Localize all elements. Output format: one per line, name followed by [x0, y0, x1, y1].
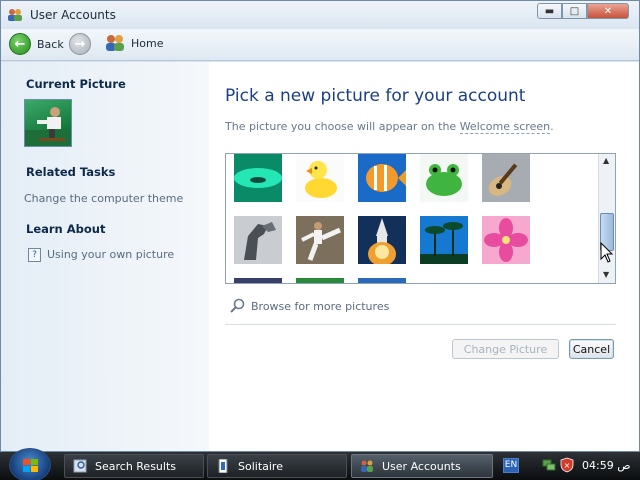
clock[interactable]: 04:59 ص — [582, 459, 631, 472]
tropical-fish-image — [358, 154, 406, 202]
caption-buttons: ▬ □ ✕ — [537, 3, 629, 19]
main-panel: Pick a new picture for your account The … — [209, 62, 639, 451]
title-bar[interactable]: User Accounts ▬ □ ✕ — [1, 1, 639, 29]
taskbar-label-solitaire: Solitaire — [238, 459, 283, 473]
user-accounts-icon — [8, 9, 22, 21]
forward-button[interactable]: → — [69, 33, 91, 55]
browse-label: Browse for more pictures — [251, 299, 390, 313]
back-button[interactable]: ← Back — [9, 33, 64, 55]
palm-trees-image — [420, 216, 468, 264]
welcome-screen-link[interactable]: Welcome screen — [459, 120, 551, 134]
page-title: Pick a new picture for your account — [225, 86, 526, 106]
language-indicator[interactable]: EN — [503, 458, 519, 473]
browse-link[interactable]: Browse for more pictures — [229, 298, 389, 314]
taskbar-item-solitaire[interactable]: Solitaire — [207, 454, 347, 478]
picture-tropical-fish[interactable] — [358, 154, 406, 202]
home-button[interactable]: Home — [105, 34, 163, 52]
taskbar-label-search-results: Search Results — [95, 459, 177, 473]
maximize-button[interactable]: □ — [562, 3, 587, 19]
minimize-button[interactable]: ▬ — [537, 3, 562, 19]
search-results-icon — [73, 459, 87, 473]
taskbar-item-user-accounts[interactable]: User Accounts — [351, 454, 493, 478]
page-subtitle: The picture you choose will appear on th… — [225, 120, 554, 134]
picture-list[interactable]: ▲ ▼ — [225, 153, 616, 284]
user-accounts-window: User Accounts ▬ □ ✕ ← Back → Home Curren… — [0, 0, 640, 452]
current-picture-thumbnail — [24, 99, 72, 147]
change-theme-link[interactable]: Change the computer theme — [24, 192, 183, 205]
navigation-bar: ← Back → Home — [1, 29, 639, 61]
magnifier-icon — [230, 298, 245, 313]
minimize-icon: ▬ — [544, 5, 555, 17]
solitaire-icon — [218, 459, 228, 473]
svg-text:×: × — [564, 461, 571, 470]
picture-pink-flower[interactable] — [482, 216, 530, 264]
karate-image — [296, 216, 344, 264]
skateboarder-image — [25, 107, 71, 146]
picture-partial-1[interactable] — [234, 278, 282, 283]
rubber-duck-image — [296, 154, 344, 202]
space-shuttle-image — [358, 216, 406, 264]
users-icon — [106, 35, 124, 51]
picture-palm-trees[interactable] — [420, 216, 468, 264]
subtitle-period: . — [550, 120, 554, 133]
picture-space-shuttle[interactable] — [358, 216, 406, 264]
related-tasks-heading: Related Tasks — [26, 165, 116, 179]
left-panel: Current Picture Related Tasks Change the… — [1, 62, 209, 451]
home-label: Home — [131, 36, 164, 50]
change-picture-button[interactable]: Change Picture — [452, 339, 559, 359]
network-icon[interactable] — [542, 458, 556, 472]
close-icon: ✕ — [603, 5, 613, 17]
scroll-down-icon[interactable]: ▼ — [603, 270, 609, 279]
back-label: Back — [37, 37, 64, 51]
security-shield-icon[interactable]: × — [560, 457, 574, 473]
forward-arrow-icon: → — [69, 33, 91, 55]
taskbar: Search Results Solitaire User Accounts E… — [0, 448, 640, 480]
green-water-drop-image — [234, 154, 282, 202]
back-arrow-icon: ← — [9, 33, 31, 55]
pink-flower-image — [482, 216, 530, 264]
help-icon: ? — [28, 248, 41, 262]
user-accounts-taskbar-icon — [361, 460, 373, 472]
frog-image — [420, 154, 468, 202]
windows-logo-icon — [23, 459, 38, 472]
start-button[interactable] — [9, 448, 51, 480]
learn-about-heading: Learn About — [26, 222, 106, 236]
window-title: User Accounts — [30, 8, 116, 22]
picture-frog[interactable] — [420, 154, 468, 202]
subtitle-text: The picture you choose will appear on th… — [225, 120, 460, 133]
divider — [225, 324, 616, 325]
picture-horse[interactable] — [234, 216, 282, 264]
current-picture-heading: Current Picture — [26, 77, 126, 91]
picture-partial-3[interactable] — [358, 278, 406, 283]
picture-rubber-duck[interactable] — [296, 154, 344, 202]
close-button[interactable]: ✕ — [587, 3, 629, 19]
picture-guitar[interactable] — [482, 154, 530, 202]
picture-karate[interactable] — [296, 216, 344, 264]
maximize-icon: □ — [569, 5, 580, 17]
guitar-image — [482, 154, 530, 202]
using-own-picture-link[interactable]: Using your own picture — [47, 248, 174, 261]
mouse-cursor-icon — [600, 242, 614, 263]
picture-green-water-drop[interactable] — [234, 154, 282, 202]
picture-partial-2[interactable] — [296, 278, 344, 283]
scroll-up-icon[interactable]: ▲ — [603, 156, 609, 165]
taskbar-item-search-results[interactable]: Search Results — [64, 454, 204, 478]
horse-image — [234, 216, 282, 264]
taskbar-label-user-accounts: User Accounts — [382, 459, 461, 473]
cancel-button[interactable]: Cancel — [569, 339, 614, 359]
